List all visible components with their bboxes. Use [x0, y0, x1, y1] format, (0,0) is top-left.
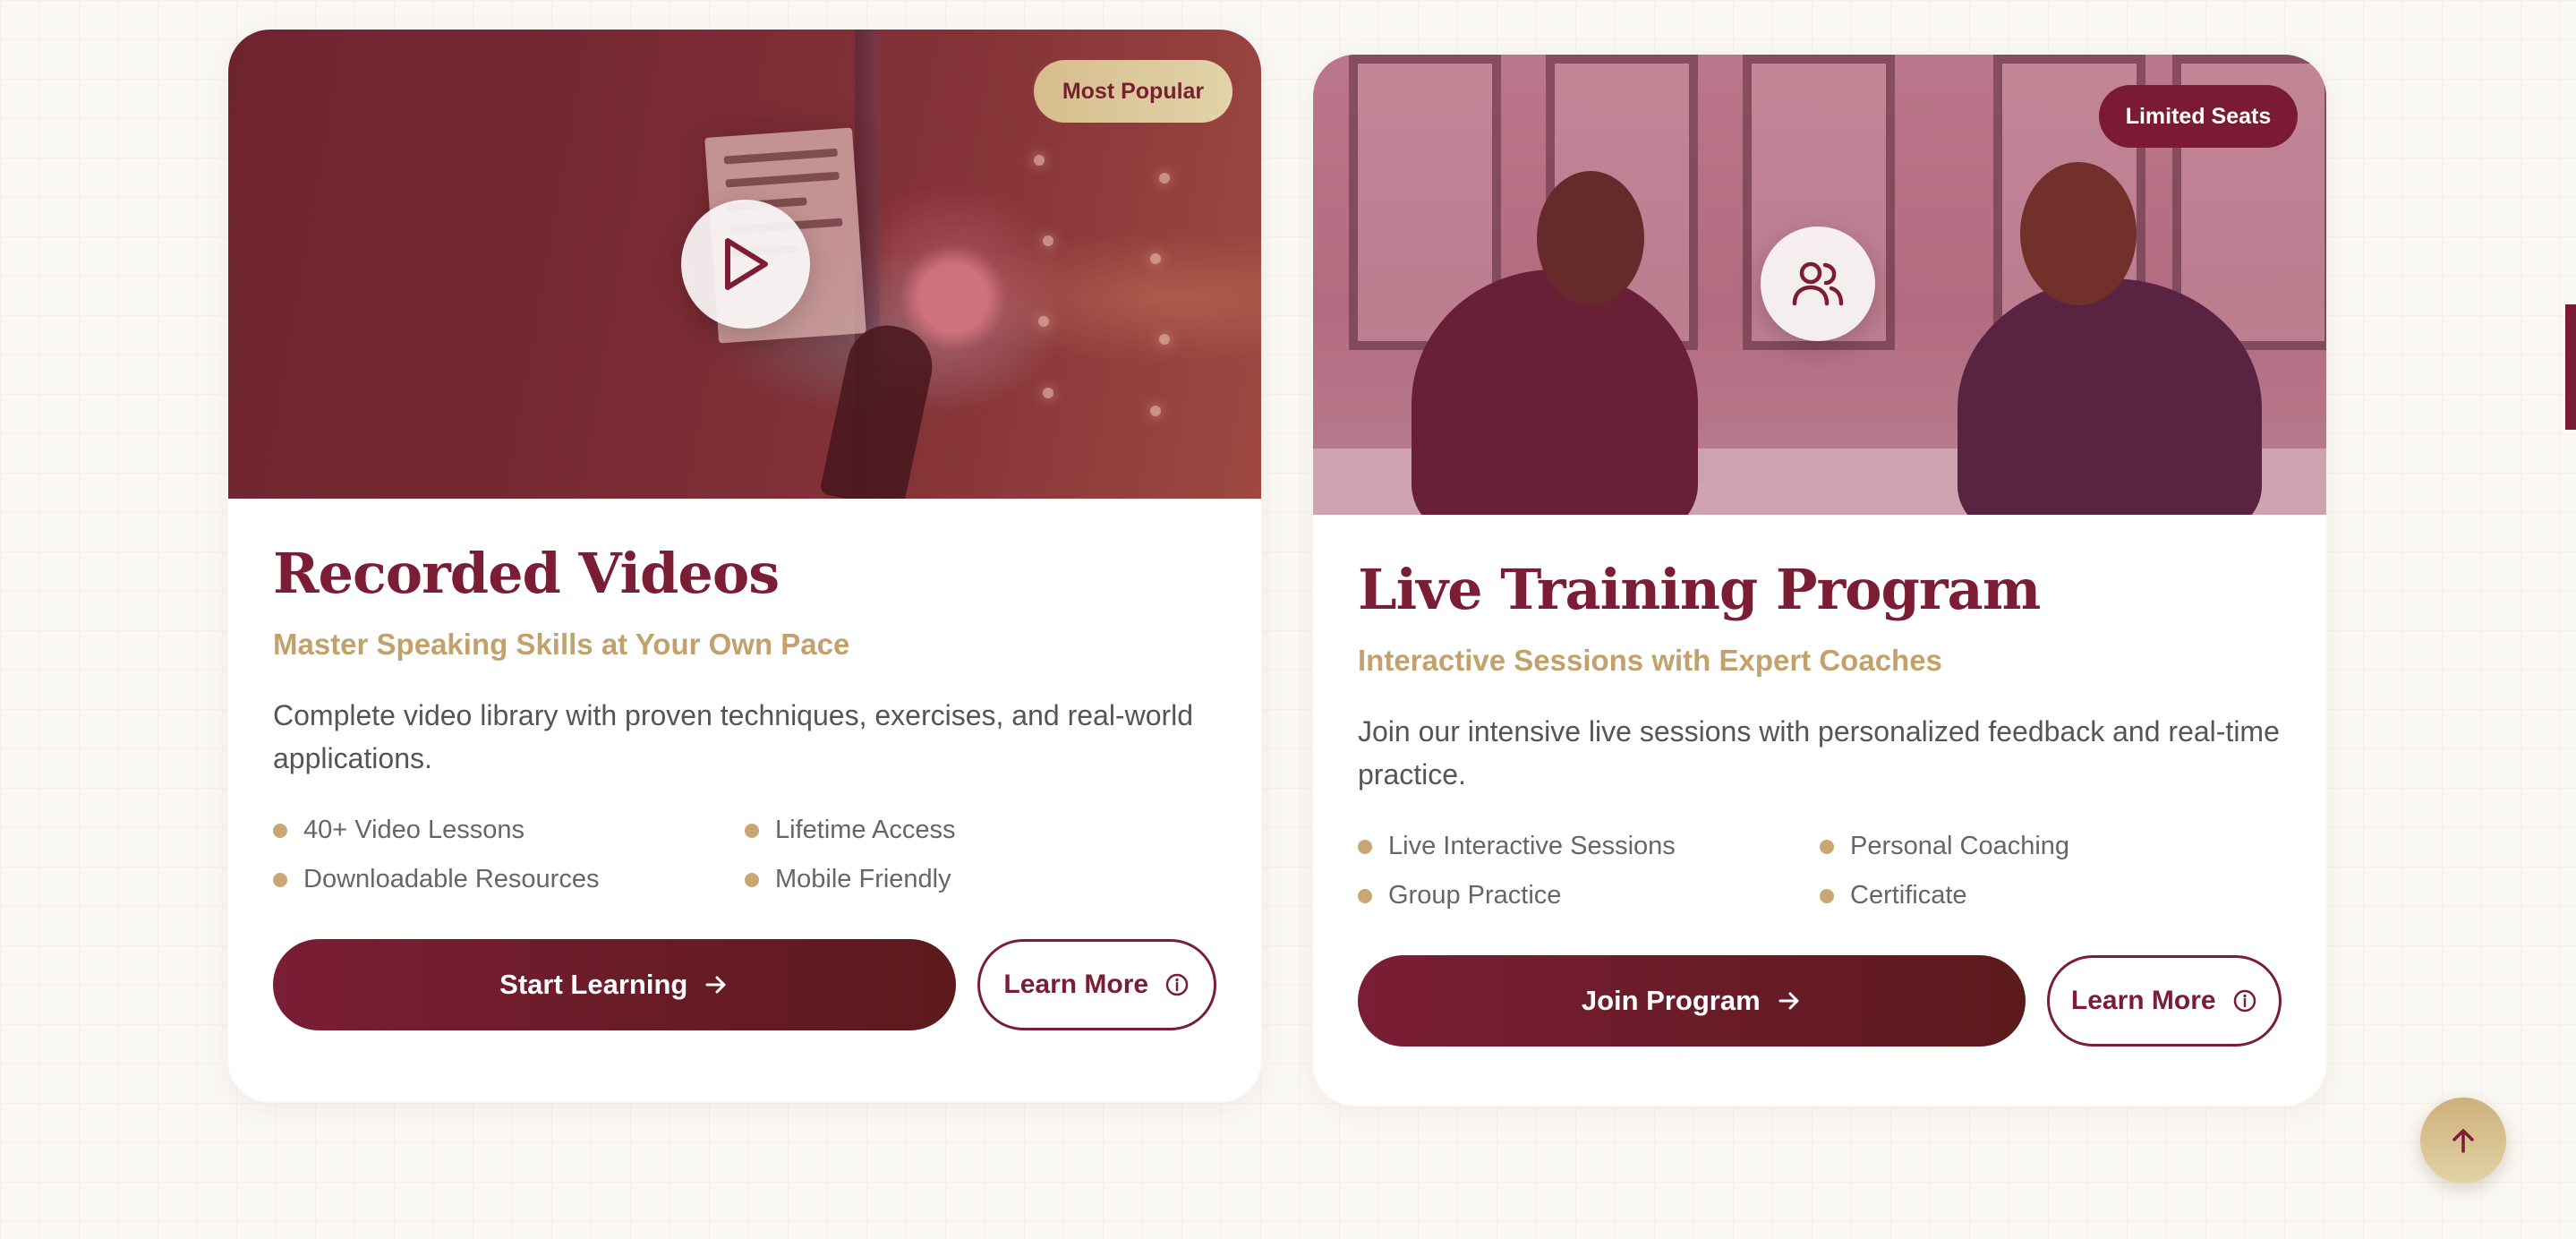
bullet-dot	[1820, 888, 1834, 903]
card-description: Join our intensive live sessions with pe…	[1358, 715, 2280, 791]
most-popular-badge: Most Popular	[1034, 60, 1233, 123]
training-thumbnail: Limited Seats	[1313, 55, 2326, 515]
bullet-dot	[745, 872, 759, 887]
feature-list: 40+ Video Lessons Lifetime Access Downlo…	[273, 816, 1216, 894]
info-icon	[2232, 988, 2257, 1013]
card-actions: Join Program Learn More	[1358, 955, 2282, 1047]
arrow-right-icon	[704, 972, 729, 997]
card-title: Live Training Program	[1358, 557, 2041, 622]
feature-list: Live Interactive Sessions Personal Coach…	[1358, 832, 2282, 910]
feature-item: Live Interactive Sessions	[1358, 832, 1820, 861]
learn-more-button[interactable]: Learn More	[977, 939, 1216, 1031]
bullet-dot	[273, 872, 287, 887]
feature-item: Downloadable Resources	[273, 865, 745, 894]
card-description: Complete video library with proven techn…	[273, 699, 1194, 775]
feature-item: Personal Coaching	[1820, 832, 2282, 861]
card-subtitle: Interactive Sessions with Expert Coaches	[1358, 644, 1942, 678]
card-subtitle: Master Speaking Skills at Your Own Pace	[273, 628, 850, 662]
play-icon	[725, 238, 768, 290]
bullet-dot	[1358, 839, 1372, 854]
live-training-card: Limited Seats Live Training Program Inte…	[1312, 54, 2327, 1107]
video-thumbnail[interactable]: Most Popular	[228, 30, 1261, 499]
feature-item: Lifetime Access	[745, 816, 1216, 845]
info-icon	[1164, 972, 1190, 997]
arrow-up-icon	[2452, 1129, 2474, 1153]
users-icon	[1792, 261, 1844, 306]
learn-more-button[interactable]: Learn More	[2046, 955, 2282, 1047]
feature-item: 40+ Video Lessons	[273, 816, 745, 845]
card-title: Recorded Videos	[273, 541, 780, 606]
feature-item: Group Practice	[1358, 881, 1820, 910]
bullet-dot	[1820, 839, 1834, 854]
users-icon-button	[1761, 226, 1875, 341]
feature-item: Certificate	[1820, 881, 2282, 910]
recorded-videos-card: Most Popular Recorded Videos Master Spea…	[227, 29, 1262, 1103]
play-button[interactable]	[681, 200, 810, 329]
feature-item: Mobile Friendly	[745, 865, 1216, 894]
start-learning-button[interactable]: Start Learning	[273, 939, 956, 1031]
bullet-dot	[1358, 888, 1372, 903]
bullet-dot	[273, 823, 287, 838]
arrow-right-icon	[1777, 988, 1802, 1013]
scrollbar-thumb[interactable]	[2565, 304, 2576, 430]
join-program-button[interactable]: Join Program	[1358, 955, 2026, 1047]
card-actions: Start Learning Learn More	[273, 939, 1216, 1031]
bullet-dot	[745, 823, 759, 838]
limited-seats-badge: Limited Seats	[2099, 85, 2298, 148]
scroll-to-top-button[interactable]	[2420, 1098, 2506, 1183]
